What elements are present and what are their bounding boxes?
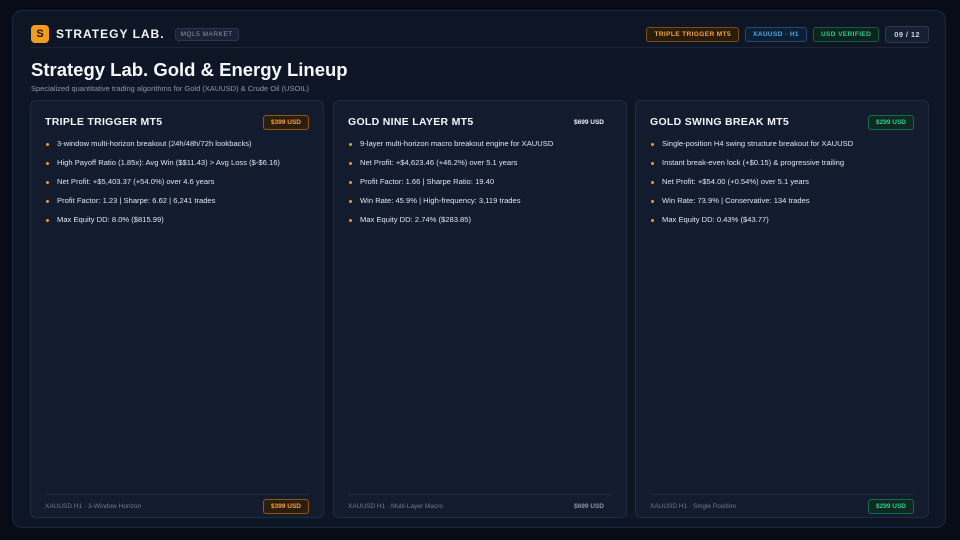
bullet-dot-icon — [651, 161, 654, 165]
list-item-text: Max Equity DD: 8.0% ($815.99) — [57, 215, 164, 224]
list-item: Instant break-even lock (+$0.15) & progr… — [650, 157, 918, 176]
bullet-dot-icon — [349, 161, 352, 165]
bullet-dot-icon — [46, 161, 49, 165]
list-item-text: Max Equity DD: 0.43% ($43.77) — [662, 215, 769, 224]
list-item-text: Single-position H4 swing structure break… — [662, 139, 854, 148]
card-footer-label: XAUUSD H1 · Multi-Layer Macro — [348, 502, 443, 510]
card-title: TRIPLE TRIGGER MT5 — [45, 116, 163, 128]
price-badge: $699 USD — [574, 118, 604, 126]
product-card-gold-swing-break[interactable]: GOLD SWING BREAK MT5 $299 USD Single-pos… — [635, 100, 929, 518]
feature-list: Single-position H4 swing structure break… — [650, 138, 918, 233]
footer-price-button[interactable]: $699 USD — [566, 499, 612, 514]
list-item-text: Instant break-even lock (+$0.15) & progr… — [662, 158, 845, 167]
list-item-text: 9-layer multi-horizon macro breakout eng… — [360, 139, 554, 148]
page-title: Strategy Lab. Gold & Energy Lineup — [31, 59, 348, 80]
list-item-text: Max Equity DD: 2.74% ($283.85) — [360, 215, 472, 224]
list-item: Win Rate: 73.9% | Conservative: 134 trad… — [650, 195, 918, 214]
bullet-dot-icon — [349, 199, 352, 203]
list-item-text: Net Profit: +$5,403.37 (+54.0%) over 4.6… — [57, 177, 215, 186]
list-item: Max Equity DD: 8.0% ($815.99) — [45, 214, 313, 233]
list-item-text: Net Profit: +$4,623.46 (+46.2%) over 5.1… — [360, 158, 518, 167]
list-item-text: Net Profit: +$54.00 (+0.54%) over 5.1 ye… — [662, 177, 809, 186]
header-divider — [31, 47, 929, 48]
bullet-dot-icon — [46, 199, 49, 203]
card-title: GOLD NINE LAYER MT5 — [348, 116, 474, 128]
bullet-dot-icon — [349, 218, 352, 222]
card-footer-label: XAUUSD H1 · Single Position — [650, 502, 736, 510]
chip-verified: USD VERIFIED — [812, 26, 880, 42]
list-item: Net Profit: +$5,403.37 (+54.0%) over 4.6… — [45, 176, 313, 195]
top-bar: S STRATEGY LAB. MQL5 MARKET TRIPLE TRIGG… — [31, 21, 929, 47]
bullet-dot-icon — [349, 142, 352, 146]
chip-symbol: XAUUSD · H1 — [745, 26, 807, 42]
list-item: 9-layer multi-horizon macro breakout eng… — [348, 138, 616, 157]
list-item: Net Profit: +$4,623.46 (+46.2%) over 5.1… — [348, 157, 616, 176]
list-item: Win Rate: 45.9% | High-frequency: 3,119 … — [348, 195, 616, 214]
market-tag: MQL5 MARKET — [174, 27, 239, 41]
bullet-dot-icon — [651, 142, 654, 146]
page-indicator: 09 / 12 — [885, 25, 929, 43]
card-footer-divider — [650, 494, 914, 495]
product-card-gold-nine-layer[interactable]: GOLD NINE LAYER MT5 $699 USD 9-layer mul… — [333, 100, 627, 518]
bullet-dot-icon — [46, 180, 49, 184]
list-item: Profit Factor: 1.23 | Sharpe: 6.62 | 6,2… — [45, 195, 313, 214]
list-item: Profit Factor: 1.66 | Sharpe Ratio: 19.4… — [348, 176, 616, 195]
bullet-dot-icon — [349, 180, 352, 184]
list-item-text: Win Rate: 45.9% | High-frequency: 3,119 … — [360, 196, 521, 205]
card-footer-label: XAUUSD H1 · 3-Window Horizon — [45, 502, 142, 510]
bullet-dot-icon — [651, 218, 654, 222]
product-card-triple-trigger[interactable]: TRIPLE TRIGGER MT5 $399 USD 3-window mul… — [30, 100, 324, 518]
footer-price-button[interactable]: $299 USD — [868, 498, 914, 514]
card-footer: XAUUSD H1 · Multi-Layer Macro $699 USD — [348, 498, 612, 514]
list-item: Max Equity DD: 2.74% ($283.85) — [348, 214, 616, 233]
list-item: Single-position H4 swing structure break… — [650, 138, 918, 157]
bullet-dot-icon — [46, 218, 49, 222]
list-item: Net Profit: +$54.00 (+0.54%) over 5.1 ye… — [650, 176, 918, 195]
footer-price-button[interactable]: $399 USD — [263, 498, 309, 514]
card-title: GOLD SWING BREAK MT5 — [650, 116, 789, 128]
list-item: High Payoff Ratio (1.85x): Avg Win ($$11… — [45, 157, 313, 176]
feature-list: 9-layer multi-horizon macro breakout eng… — [348, 138, 616, 233]
card-footer: XAUUSD H1 · Single Position $299 USD — [650, 498, 914, 514]
bullet-dot-icon — [651, 180, 654, 184]
page-subtitle: Specialized quantitative trading algorit… — [31, 84, 310, 93]
list-item-text: Win Rate: 73.9% | Conservative: 134 trad… — [662, 196, 810, 205]
bullet-dot-icon — [46, 142, 49, 146]
card-footer-divider — [45, 494, 309, 495]
chip-product: TRIPLE TRIGGER MT5 — [646, 26, 739, 42]
list-item-text: High Payoff Ratio (1.85x): Avg Win ($$11… — [57, 158, 280, 167]
price-badge: $299 USD — [868, 114, 914, 130]
card-footer: XAUUSD H1 · 3-Window Horizon $399 USD — [45, 498, 309, 514]
list-item: Max Equity DD: 0.43% ($43.77) — [650, 214, 918, 233]
card-footer-divider — [348, 494, 612, 495]
logo-icon: S — [31, 25, 49, 43]
list-item-text: 3-window multi-horizon breakout (24h/48h… — [57, 139, 252, 148]
price-badge: $399 USD — [263, 114, 309, 130]
feature-list: 3-window multi-horizon breakout (24h/48h… — [45, 138, 313, 233]
list-item: 3-window multi-horizon breakout (24h/48h… — [45, 138, 313, 157]
brand-name: STRATEGY LAB. — [56, 27, 165, 41]
bullet-dot-icon — [651, 199, 654, 203]
list-item-text: Profit Factor: 1.23 | Sharpe: 6.62 | 6,2… — [57, 196, 216, 205]
list-item-text: Profit Factor: 1.66 | Sharpe Ratio: 19.4… — [360, 177, 495, 186]
slide-frame: S STRATEGY LAB. MQL5 MARKET TRIPLE TRIGG… — [12, 10, 946, 528]
